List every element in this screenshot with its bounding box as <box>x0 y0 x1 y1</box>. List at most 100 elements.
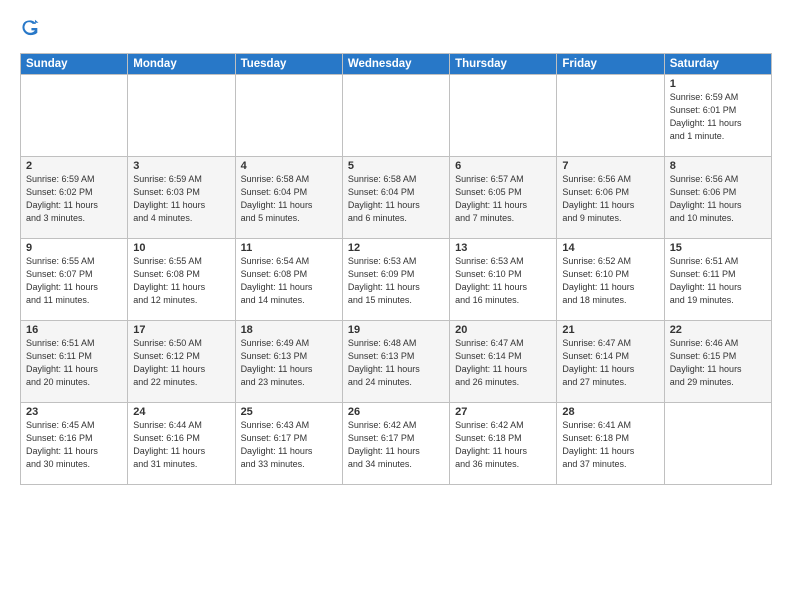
day-info: Sunrise: 6:41 AM Sunset: 6:18 PM Dayligh… <box>562 419 658 471</box>
calendar-cell <box>235 75 342 157</box>
day-number: 8 <box>670 160 766 172</box>
day-number: 13 <box>455 242 551 254</box>
day-number: 3 <box>133 160 229 172</box>
day-info: Sunrise: 6:56 AM Sunset: 6:06 PM Dayligh… <box>562 173 658 225</box>
calendar-cell: 22Sunrise: 6:46 AM Sunset: 6:15 PM Dayli… <box>664 321 771 403</box>
page: SundayMondayTuesdayWednesdayThursdayFrid… <box>0 0 792 612</box>
calendar-cell: 6Sunrise: 6:57 AM Sunset: 6:05 PM Daylig… <box>450 157 557 239</box>
calendar-cell: 5Sunrise: 6:58 AM Sunset: 6:04 PM Daylig… <box>342 157 449 239</box>
week-row-1: 1Sunrise: 6:59 AM Sunset: 6:01 PM Daylig… <box>21 75 772 157</box>
weekday-header-friday: Friday <box>557 54 664 75</box>
day-info: Sunrise: 6:53 AM Sunset: 6:10 PM Dayligh… <box>455 255 551 307</box>
weekday-header-row: SundayMondayTuesdayWednesdayThursdayFrid… <box>21 54 772 75</box>
calendar-cell: 8Sunrise: 6:56 AM Sunset: 6:06 PM Daylig… <box>664 157 771 239</box>
week-row-4: 16Sunrise: 6:51 AM Sunset: 6:11 PM Dayli… <box>21 321 772 403</box>
day-info: Sunrise: 6:59 AM Sunset: 6:01 PM Dayligh… <box>670 91 766 143</box>
day-number: 22 <box>670 324 766 336</box>
day-info: Sunrise: 6:46 AM Sunset: 6:15 PM Dayligh… <box>670 337 766 389</box>
day-number: 16 <box>26 324 122 336</box>
day-number: 7 <box>562 160 658 172</box>
calendar-cell: 11Sunrise: 6:54 AM Sunset: 6:08 PM Dayli… <box>235 239 342 321</box>
calendar-cell: 19Sunrise: 6:48 AM Sunset: 6:13 PM Dayli… <box>342 321 449 403</box>
calendar-cell <box>128 75 235 157</box>
day-info: Sunrise: 6:54 AM Sunset: 6:08 PM Dayligh… <box>241 255 337 307</box>
day-number: 25 <box>241 406 337 418</box>
calendar-cell: 27Sunrise: 6:42 AM Sunset: 6:18 PM Dayli… <box>450 403 557 485</box>
day-number: 2 <box>26 160 122 172</box>
day-number: 12 <box>348 242 444 254</box>
day-info: Sunrise: 6:50 AM Sunset: 6:12 PM Dayligh… <box>133 337 229 389</box>
day-number: 18 <box>241 324 337 336</box>
calendar-cell: 13Sunrise: 6:53 AM Sunset: 6:10 PM Dayli… <box>450 239 557 321</box>
calendar-cell: 2Sunrise: 6:59 AM Sunset: 6:02 PM Daylig… <box>21 157 128 239</box>
week-row-5: 23Sunrise: 6:45 AM Sunset: 6:16 PM Dayli… <box>21 403 772 485</box>
day-info: Sunrise: 6:47 AM Sunset: 6:14 PM Dayligh… <box>455 337 551 389</box>
calendar-cell: 10Sunrise: 6:55 AM Sunset: 6:08 PM Dayli… <box>128 239 235 321</box>
day-info: Sunrise: 6:52 AM Sunset: 6:10 PM Dayligh… <box>562 255 658 307</box>
calendar-cell: 21Sunrise: 6:47 AM Sunset: 6:14 PM Dayli… <box>557 321 664 403</box>
day-number: 11 <box>241 242 337 254</box>
calendar-cell <box>21 75 128 157</box>
calendar-cell <box>342 75 449 157</box>
calendar-cell: 18Sunrise: 6:49 AM Sunset: 6:13 PM Dayli… <box>235 321 342 403</box>
calendar-cell: 28Sunrise: 6:41 AM Sunset: 6:18 PM Dayli… <box>557 403 664 485</box>
day-number: 28 <box>562 406 658 418</box>
day-info: Sunrise: 6:53 AM Sunset: 6:09 PM Dayligh… <box>348 255 444 307</box>
calendar-cell: 4Sunrise: 6:58 AM Sunset: 6:04 PM Daylig… <box>235 157 342 239</box>
weekday-header-thursday: Thursday <box>450 54 557 75</box>
day-info: Sunrise: 6:59 AM Sunset: 6:02 PM Dayligh… <box>26 173 122 225</box>
day-info: Sunrise: 6:58 AM Sunset: 6:04 PM Dayligh… <box>241 173 337 225</box>
calendar-cell: 24Sunrise: 6:44 AM Sunset: 6:16 PM Dayli… <box>128 403 235 485</box>
weekday-header-tuesday: Tuesday <box>235 54 342 75</box>
day-number: 27 <box>455 406 551 418</box>
day-info: Sunrise: 6:42 AM Sunset: 6:18 PM Dayligh… <box>455 419 551 471</box>
day-number: 6 <box>455 160 551 172</box>
day-info: Sunrise: 6:51 AM Sunset: 6:11 PM Dayligh… <box>26 337 122 389</box>
calendar-cell: 1Sunrise: 6:59 AM Sunset: 6:01 PM Daylig… <box>664 75 771 157</box>
calendar-cell: 16Sunrise: 6:51 AM Sunset: 6:11 PM Dayli… <box>21 321 128 403</box>
calendar-cell: 23Sunrise: 6:45 AM Sunset: 6:16 PM Dayli… <box>21 403 128 485</box>
weekday-header-wednesday: Wednesday <box>342 54 449 75</box>
day-info: Sunrise: 6:44 AM Sunset: 6:16 PM Dayligh… <box>133 419 229 471</box>
header <box>20 18 772 45</box>
day-number: 20 <box>455 324 551 336</box>
week-row-2: 2Sunrise: 6:59 AM Sunset: 6:02 PM Daylig… <box>21 157 772 239</box>
day-info: Sunrise: 6:48 AM Sunset: 6:13 PM Dayligh… <box>348 337 444 389</box>
day-number: 24 <box>133 406 229 418</box>
day-info: Sunrise: 6:49 AM Sunset: 6:13 PM Dayligh… <box>241 337 337 389</box>
calendar-cell: 17Sunrise: 6:50 AM Sunset: 6:12 PM Dayli… <box>128 321 235 403</box>
calendar-cell <box>664 403 771 485</box>
day-number: 9 <box>26 242 122 254</box>
logo <box>20 18 46 45</box>
day-number: 19 <box>348 324 444 336</box>
day-info: Sunrise: 6:57 AM Sunset: 6:05 PM Dayligh… <box>455 173 551 225</box>
day-number: 1 <box>670 78 766 90</box>
calendar-cell: 14Sunrise: 6:52 AM Sunset: 6:10 PM Dayli… <box>557 239 664 321</box>
day-number: 23 <box>26 406 122 418</box>
day-info: Sunrise: 6:42 AM Sunset: 6:17 PM Dayligh… <box>348 419 444 471</box>
week-row-3: 9Sunrise: 6:55 AM Sunset: 6:07 PM Daylig… <box>21 239 772 321</box>
day-number: 10 <box>133 242 229 254</box>
calendar-cell: 7Sunrise: 6:56 AM Sunset: 6:06 PM Daylig… <box>557 157 664 239</box>
weekday-header-saturday: Saturday <box>664 54 771 75</box>
calendar-cell: 12Sunrise: 6:53 AM Sunset: 6:09 PM Dayli… <box>342 239 449 321</box>
weekday-header-monday: Monday <box>128 54 235 75</box>
day-info: Sunrise: 6:45 AM Sunset: 6:16 PM Dayligh… <box>26 419 122 471</box>
calendar-cell <box>450 75 557 157</box>
logo-icon <box>22 18 44 40</box>
day-info: Sunrise: 6:47 AM Sunset: 6:14 PM Dayligh… <box>562 337 658 389</box>
day-info: Sunrise: 6:55 AM Sunset: 6:07 PM Dayligh… <box>26 255 122 307</box>
calendar: SundayMondayTuesdayWednesdayThursdayFrid… <box>20 53 772 485</box>
calendar-cell: 26Sunrise: 6:42 AM Sunset: 6:17 PM Dayli… <box>342 403 449 485</box>
day-number: 15 <box>670 242 766 254</box>
weekday-header-sunday: Sunday <box>21 54 128 75</box>
day-info: Sunrise: 6:59 AM Sunset: 6:03 PM Dayligh… <box>133 173 229 225</box>
calendar-cell: 20Sunrise: 6:47 AM Sunset: 6:14 PM Dayli… <box>450 321 557 403</box>
day-info: Sunrise: 6:55 AM Sunset: 6:08 PM Dayligh… <box>133 255 229 307</box>
calendar-cell <box>557 75 664 157</box>
day-number: 5 <box>348 160 444 172</box>
day-number: 14 <box>562 242 658 254</box>
calendar-cell: 9Sunrise: 6:55 AM Sunset: 6:07 PM Daylig… <box>21 239 128 321</box>
calendar-cell: 25Sunrise: 6:43 AM Sunset: 6:17 PM Dayli… <box>235 403 342 485</box>
day-number: 21 <box>562 324 658 336</box>
